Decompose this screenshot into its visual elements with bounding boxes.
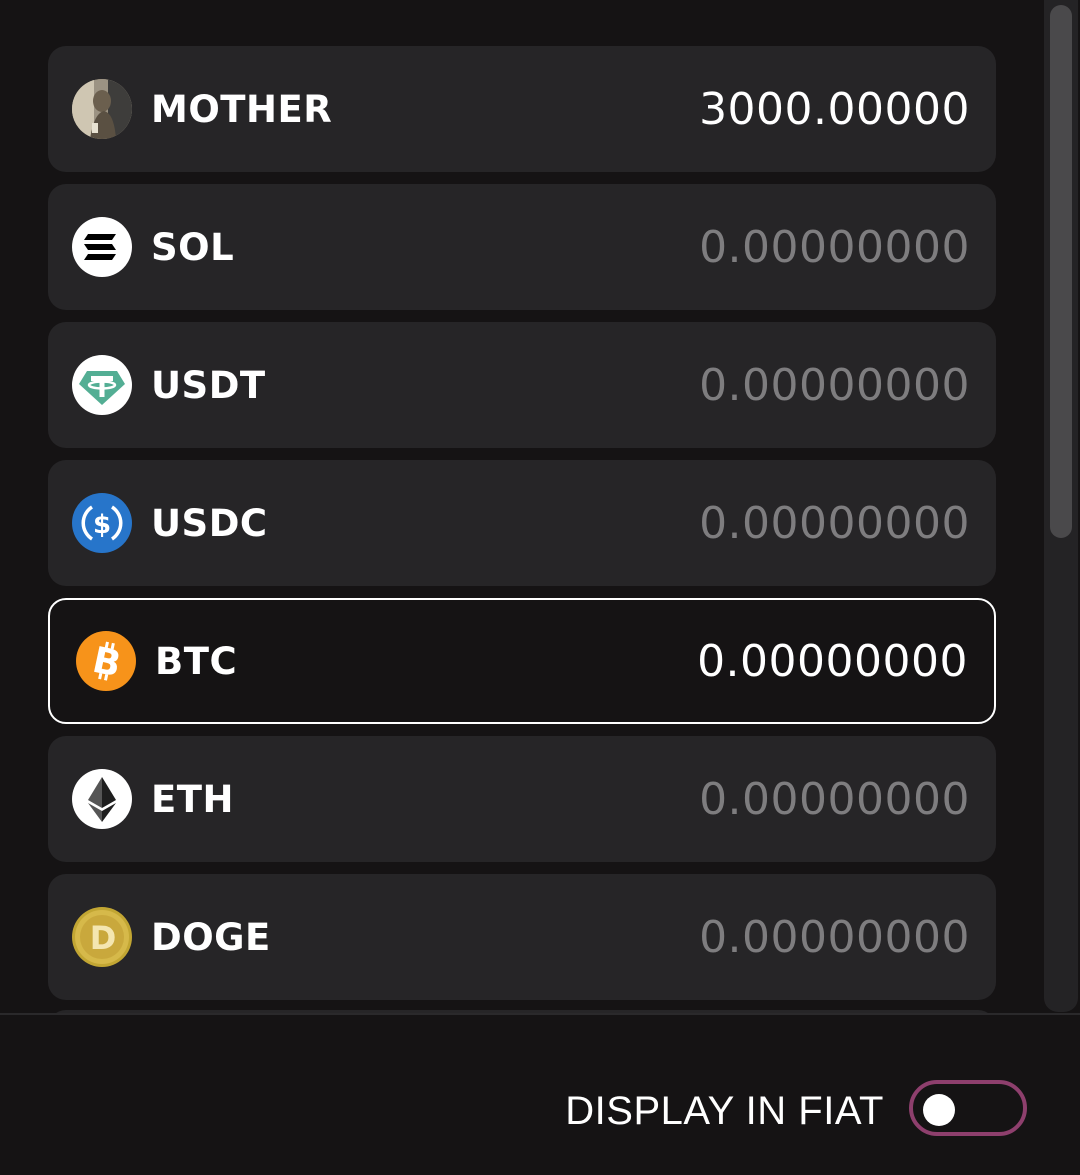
footer-bar: DISPLAY IN FIAT bbox=[0, 1013, 1080, 1175]
asset-amount: 0.00000000 bbox=[697, 635, 968, 687]
asset-row-btc[interactable]: B BTC 0.00000000 bbox=[48, 598, 996, 724]
asset-amount: 0.00000000 bbox=[699, 911, 970, 963]
display-in-fiat-toggle[interactable] bbox=[909, 1080, 1027, 1136]
asset-amount: 0.00000000 bbox=[699, 359, 970, 411]
asset-symbol: USDT bbox=[151, 363, 266, 407]
scrollbar-thumb[interactable] bbox=[1050, 5, 1072, 538]
asset-symbol: USDC bbox=[151, 501, 268, 545]
asset-symbol: DOGE bbox=[151, 915, 271, 959]
dogecoin-icon: D bbox=[72, 907, 132, 967]
asset-row-doge[interactable]: D DOGE 0.00000000 bbox=[48, 874, 996, 1000]
display-in-fiat-label: DISPLAY IN FIAT bbox=[565, 1089, 884, 1133]
asset-symbol: BTC bbox=[155, 639, 238, 683]
scrollbar-track[interactable] bbox=[1044, 0, 1078, 1012]
asset-symbol: ETH bbox=[151, 777, 234, 821]
svg-text:D: D bbox=[90, 919, 117, 957]
asset-row-eth[interactable]: ETH 0.00000000 bbox=[48, 736, 996, 862]
asset-amount: 0.00000000 bbox=[699, 773, 970, 825]
asset-amount: 0.00000000 bbox=[699, 221, 970, 273]
mother-avatar-icon bbox=[72, 79, 132, 139]
svg-text:$: $ bbox=[93, 510, 111, 540]
asset-row-mother[interactable]: MOTHER 3000.00000 bbox=[48, 46, 996, 172]
tether-icon bbox=[72, 355, 132, 415]
asset-row-usdc[interactable]: $ USDC 0.00000000 bbox=[48, 460, 996, 586]
bitcoin-icon: B bbox=[76, 631, 136, 691]
toggle-knob bbox=[923, 1094, 955, 1126]
solana-icon bbox=[72, 217, 132, 277]
asset-row-sol[interactable]: SOL 0.00000000 bbox=[48, 184, 996, 310]
asset-amount: 0.00000000 bbox=[699, 497, 970, 549]
ethereum-icon bbox=[72, 769, 132, 829]
asset-symbol: SOL bbox=[151, 225, 235, 269]
asset-amount: 3000.00000 bbox=[699, 83, 970, 135]
asset-list: MOTHER 3000.00000 SOL 0.00000000 USDT 0.… bbox=[48, 46, 996, 1012]
asset-symbol: MOTHER bbox=[151, 87, 333, 131]
currency-selector-panel: MOTHER 3000.00000 SOL 0.00000000 USDT 0.… bbox=[0, 0, 1080, 1175]
usdc-icon: $ bbox=[72, 493, 132, 553]
asset-row-usdt[interactable]: USDT 0.00000000 bbox=[48, 322, 996, 448]
